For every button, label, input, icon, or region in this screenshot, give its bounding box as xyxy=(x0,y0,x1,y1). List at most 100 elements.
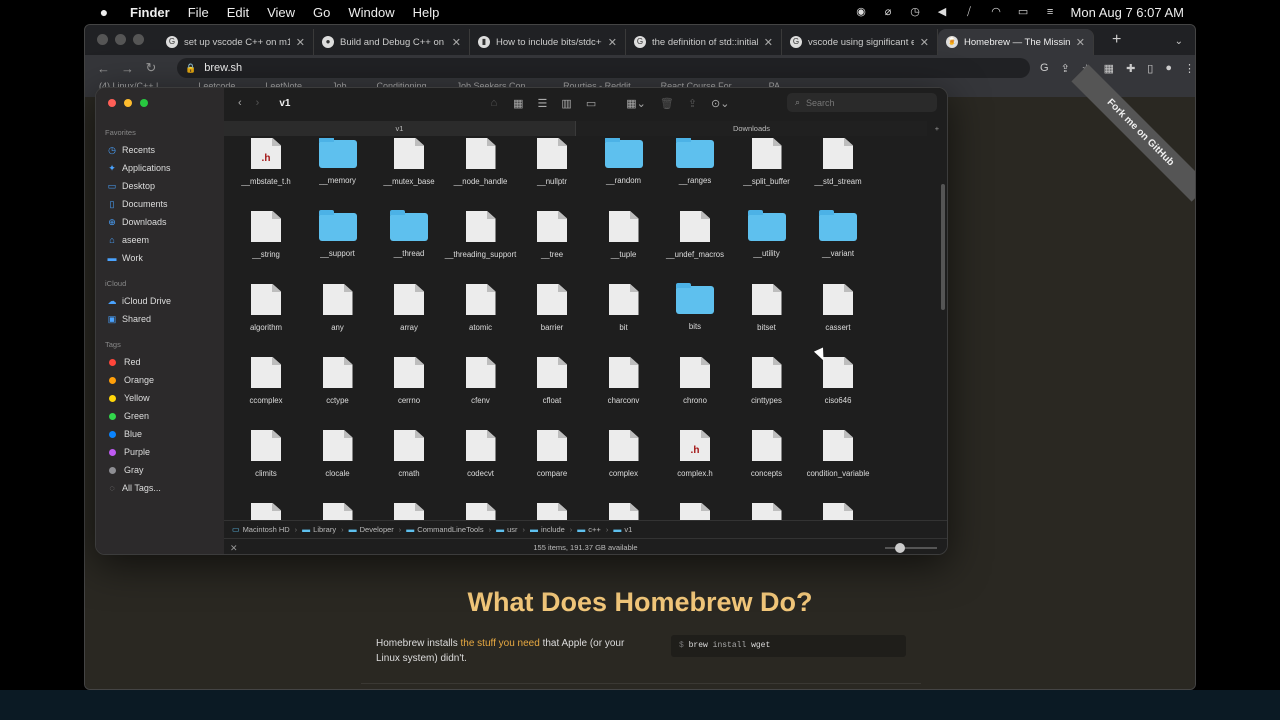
folder-item[interactable]: __memory xyxy=(302,138,374,185)
file-item[interactable]: atomic xyxy=(445,284,517,332)
slider-knob[interactable] xyxy=(895,543,905,553)
close-tab-icon[interactable]: ✕ xyxy=(452,36,461,49)
minimize-button[interactable] xyxy=(124,99,132,107)
file-item[interactable]: ciso646 xyxy=(802,357,874,405)
browser-tab[interactable]: ▮ How to include bits/stdc++.h h ✕ xyxy=(470,29,626,55)
profile-avatar[interactable]: ● xyxy=(1165,62,1172,75)
search-field[interactable]: ⌕ xyxy=(787,93,937,112)
sidebar-item-purple[interactable]: Purple xyxy=(96,443,224,461)
sidebar-item-blue[interactable]: Blue xyxy=(96,425,224,443)
sidebar-item-documents[interactable]: ▯ Documents xyxy=(96,195,224,213)
sidebar-item-icloud-drive[interactable]: ☁ iCloud Drive xyxy=(96,292,224,310)
file-item[interactable]: ccomplex xyxy=(230,357,302,405)
control-center-icon[interactable]: ≡ xyxy=(1044,6,1057,18)
more-menu-icon[interactable]: ⋮ xyxy=(1184,62,1195,75)
column-view-icon[interactable]: ▥ xyxy=(561,97,571,110)
lock-icon[interactable]: 🔒 xyxy=(185,63,196,74)
file-item[interactable]: barrier xyxy=(516,284,588,332)
path-segment[interactable]: Library xyxy=(313,525,336,534)
folder-item[interactable]: bits xyxy=(659,283,731,331)
volume-icon[interactable]: ◀ xyxy=(936,6,949,18)
forward-icon[interactable]: › xyxy=(256,97,260,109)
file-item[interactable]: cinttypes xyxy=(731,357,803,405)
path-segment[interactable]: c++ xyxy=(588,525,601,534)
forward-icon[interactable]: → xyxy=(121,61,134,76)
file-item[interactable]: clocale xyxy=(302,430,374,478)
home-icon[interactable]: ⌂ xyxy=(490,97,497,109)
close-icon[interactable]: ✕ xyxy=(230,539,238,554)
file-item[interactable]: codecvt xyxy=(445,430,517,478)
folder-item[interactable]: __support xyxy=(302,210,374,258)
file-item[interactable] xyxy=(516,503,588,520)
close-tab-icon[interactable]: ✕ xyxy=(1076,36,1085,49)
share-icon[interactable]: ⇪ xyxy=(1061,62,1070,75)
browser-tab[interactable]: Gvscode using significant energ ✕ xyxy=(782,29,938,55)
puzzle-icon[interactable]: ✚ xyxy=(1126,62,1135,75)
menu-view[interactable]: View xyxy=(267,5,295,20)
path-segment[interactable]: v1 xyxy=(624,525,632,534)
file-item[interactable] xyxy=(802,503,874,520)
menu-window[interactable]: Window xyxy=(348,5,394,20)
close-tab-icon[interactable]: ✕ xyxy=(764,36,773,49)
attachment-icon[interactable]: ⌀ xyxy=(882,6,895,18)
wifi-icon[interactable]: ◠ xyxy=(990,6,1003,18)
file-item[interactable]: cctype xyxy=(302,357,374,405)
browser-tab[interactable]: Gset up vscode C++ on m1 prop ✕ xyxy=(158,29,314,55)
sidebar-item-work[interactable]: ▬ Work xyxy=(96,249,224,267)
file-item[interactable]: algorithm xyxy=(230,284,302,332)
file-item[interactable]: __string xyxy=(230,211,302,259)
back-icon[interactable]: ← xyxy=(97,61,110,76)
file-item[interactable]: __tree xyxy=(516,211,588,259)
folder-item[interactable]: __ranges xyxy=(659,138,731,185)
browser-tab-active[interactable]: 🍺 Homebrew — The Missing Pack ✕ xyxy=(938,29,1094,55)
file-item[interactable]: __mutex_base xyxy=(373,138,445,186)
sidebar-item-red[interactable]: Red xyxy=(96,353,224,371)
reload-icon[interactable]: ↻ xyxy=(145,60,157,76)
menu-go[interactable]: Go xyxy=(313,5,330,20)
sidebar-item-aseem[interactable]: ⌂ aseem xyxy=(96,231,224,249)
folder-item[interactable]: __thread xyxy=(373,210,445,258)
trash-icon[interactable]: 🗑 xyxy=(660,97,674,110)
file-item[interactable]: bit xyxy=(588,284,660,332)
sidebar-item-applications[interactable]: ✦ Applications xyxy=(96,159,224,177)
path-segment[interactable]: CommandLineTools xyxy=(417,525,483,534)
vertical-scrollbar[interactable] xyxy=(941,184,945,310)
bluetooth-off-icon[interactable]: ⧸ xyxy=(963,6,976,18)
browser-tab[interactable]: ● Build and Debug C++ on Visua ✕ xyxy=(314,29,470,55)
sidebar-item-gray[interactable]: Gray xyxy=(96,461,224,479)
file-item[interactable]: chrono xyxy=(659,357,731,405)
file-item[interactable]: condition_variable xyxy=(802,430,874,478)
new-tab-icon[interactable]: + xyxy=(927,121,947,136)
path-segment[interactable]: include xyxy=(541,525,565,534)
file-item[interactable]: cfloat xyxy=(516,357,588,405)
tab-search-chevron-icon[interactable]: ⌄ xyxy=(1175,36,1183,47)
menu-app-name[interactable]: Finder xyxy=(130,5,170,20)
menu-help[interactable]: Help xyxy=(413,5,440,20)
close-button[interactable] xyxy=(108,99,116,107)
file-item[interactable] xyxy=(659,503,731,520)
icon-view-icon[interactable]: ▦ xyxy=(513,97,523,110)
path-segment[interactable]: Macintosh HD xyxy=(243,525,290,534)
close-tab-icon[interactable]: ✕ xyxy=(920,36,929,49)
file-item[interactable]: climits xyxy=(230,430,302,478)
icon-size-slider[interactable] xyxy=(885,543,937,553)
google-lens-icon[interactable]: G xyxy=(1040,62,1049,75)
file-item[interactable]: any xyxy=(302,284,374,332)
file-item[interactable]: charconv xyxy=(588,357,660,405)
zoom-button[interactable] xyxy=(140,99,148,107)
group-icon[interactable]: ▦⌄ xyxy=(626,97,646,110)
menu-file[interactable]: File xyxy=(188,5,209,20)
menu-clock[interactable]: Mon Aug 7 6:07 AM xyxy=(1071,5,1184,20)
more-actions-icon[interactable]: ⊙⌄ xyxy=(711,97,729,110)
sidebar-item-yellow[interactable]: Yellow xyxy=(96,389,224,407)
file-item[interactable]: cmath xyxy=(373,430,445,478)
file-item[interactable] xyxy=(588,503,660,520)
file-item[interactable]: compare xyxy=(516,430,588,478)
tab-downloads[interactable]: Downloads xyxy=(575,121,927,136)
sidebar-item-shared[interactable]: ▣ Shared xyxy=(96,310,224,328)
sidebar-icon[interactable]: ▯ xyxy=(1147,62,1153,75)
folder-item[interactable]: __random xyxy=(588,138,660,185)
file-item[interactable]: __undef_macros xyxy=(659,211,731,259)
sidebar-item-all-tags[interactable]: ◌ All Tags... xyxy=(96,479,224,497)
file-item[interactable] xyxy=(731,503,803,520)
